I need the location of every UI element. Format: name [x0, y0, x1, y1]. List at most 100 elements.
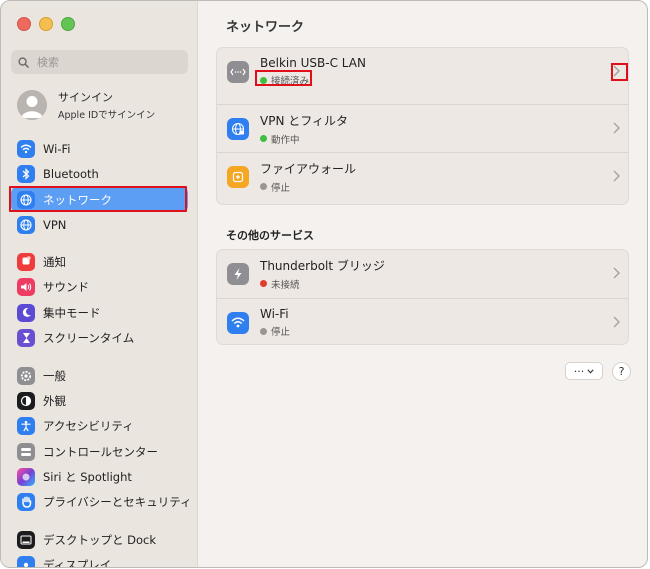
sidebar-item-siri[interactable]: Siri と Spotlight [11, 464, 188, 489]
service-name: ファイアウォール [260, 161, 357, 176]
service-name: Thunderbolt ブリッジ [260, 258, 385, 273]
sidebar-item-label: スクリーンタイム [43, 330, 135, 345]
main-pane: ネットワーク Belkin USB-C LAN 接続済み VPN とフィルタ 動… [198, 1, 647, 567]
bell-icon [17, 252, 35, 271]
status-dot-red [260, 280, 267, 287]
help-button[interactable]: ? [612, 362, 631, 381]
service-row-thunderbolt[interactable]: Thunderbolt ブリッジ 未接続 [217, 250, 628, 297]
minimize-button[interactable] [39, 17, 53, 31]
status-dot-green [260, 76, 267, 84]
chevron-down-icon [587, 368, 594, 374]
vpn-globe-icon [227, 117, 249, 140]
status-text: 接続済み [271, 76, 310, 87]
sidebar-item-label: サウンド [43, 279, 89, 294]
settings-window: サインイン Apple IDでサインイン Wi-Fi Bluetooth [0, 0, 648, 568]
sidebar-item-label: 集中モード [43, 305, 101, 320]
chevron-right-icon[interactable] [613, 267, 620, 279]
search-input[interactable] [35, 54, 179, 70]
sidebar-item-appearance[interactable]: 外観 [11, 388, 188, 413]
sidebar-item-label: ディスプレイ [43, 557, 112, 568]
ethernet-icon [227, 60, 249, 83]
sidebar-item-privacy[interactable]: プライバシーとセキュリティ [11, 489, 192, 514]
sidebar-item-label: VPN [43, 217, 67, 232]
chevron-right-icon[interactable] [613, 170, 620, 182]
status-text: 停止 [271, 327, 291, 338]
status-text: 停止 [271, 182, 291, 194]
sidebar-item-bluetooth[interactable]: Bluetooth [11, 161, 188, 186]
bluetooth-icon [17, 164, 35, 183]
sidebar-item-control-center[interactable]: コントロールセンター [11, 439, 188, 464]
sidebar-item-label: Wi-Fi [43, 141, 71, 156]
sidebar-item-label: 通知 [43, 254, 66, 269]
account-signin[interactable]: サインイン Apple IDでサインイン [17, 89, 155, 121]
hand-icon [17, 492, 35, 511]
sidebar-item-label: デスクトップと Dock [43, 532, 157, 547]
dock-icon [17, 530, 35, 549]
sidebar-item-desktop-dock[interactable]: デスクトップと Dock [11, 527, 188, 552]
sidebar-item-label: コントロールセンター [43, 444, 158, 459]
gear-icon [17, 366, 35, 385]
service-status: 停止 [260, 324, 290, 338]
moon-icon [17, 303, 35, 322]
wifi-icon [227, 311, 249, 334]
sidebar-item-general[interactable]: 一般 [11, 363, 188, 388]
globe-icon [17, 190, 35, 209]
sidebar-item-label: Siri と Spotlight [43, 469, 132, 484]
chevron-right-icon[interactable] [613, 316, 620, 328]
service-name: VPN とフィルタ [260, 113, 348, 128]
display-icon [17, 555, 35, 567]
avatar [17, 90, 47, 120]
chevron-right-icon[interactable] [613, 65, 620, 77]
service-name: Belkin USB-C LAN [260, 56, 366, 70]
sidebar-item-sound[interactable]: サウンド [11, 274, 188, 299]
thunderbolt-icon [227, 262, 249, 285]
sidebar-item-label: Bluetooth [43, 166, 99, 181]
hourglass-icon [17, 328, 35, 347]
service-status: 動作中 [260, 132, 348, 146]
other-services-title: その他のサービス [226, 229, 314, 242]
accessibility-icon [17, 416, 35, 435]
sidebar-item-label: 一般 [43, 368, 66, 383]
service-status: 停止 [260, 180, 356, 194]
appearance-icon [17, 391, 35, 410]
control-center-icon [17, 442, 35, 461]
speaker-icon [17, 277, 35, 296]
sidebar-item-accessibility[interactable]: アクセシビリティ [11, 413, 188, 438]
sidebar-item-label: アクセシビリティ [43, 418, 134, 433]
service-row-wifi[interactable]: Wi-Fi 停止 [217, 298, 628, 346]
sidebar-item-vpn[interactable]: VPN [11, 212, 188, 237]
service-name: Wi-Fi [260, 307, 289, 321]
chevron-right-icon[interactable] [613, 122, 620, 134]
status-text: 動作中 [271, 134, 300, 146]
service-row-firewall[interactable]: ファイアウォール 停止 [217, 152, 628, 200]
zoom-button[interactable] [61, 17, 75, 31]
search-icon [18, 56, 29, 68]
vpn-globe-icon [17, 215, 35, 234]
status-dot-green [260, 135, 267, 142]
sidebar-item-label: 外観 [43, 393, 66, 408]
sidebar-item-label: プライバシーとセキュリティ [43, 494, 192, 509]
wifi-icon [17, 139, 35, 158]
sidebar-item-focus[interactable]: 集中モード [11, 300, 188, 325]
firewall-icon [227, 165, 249, 188]
service-row-vpn-filter[interactable]: VPN とフィルタ 動作中 [217, 104, 628, 152]
account-name: サインイン [58, 91, 113, 104]
status-dot-gray [260, 183, 267, 190]
sidebar-item-displays[interactable]: ディスプレイ [11, 552, 188, 568]
more-actions-label: ··· [573, 364, 585, 378]
sidebar-item-screentime[interactable]: スクリーンタイム [11, 325, 188, 350]
close-button[interactable] [17, 17, 31, 31]
siri-icon [17, 467, 35, 486]
sidebar-item-notifications[interactable]: 通知 [11, 249, 188, 274]
page-title: ネットワーク [226, 20, 305, 35]
service-status: 接続済み [260, 73, 366, 87]
search-field[interactable] [11, 50, 188, 74]
network-services-group: Belkin USB-C LAN 接続済み VPN とフィルタ 動作中 ファイア… [216, 47, 629, 205]
status-dot-gray [260, 327, 267, 335]
sidebar-item-label: ネットワーク [43, 192, 112, 207]
account-subtitle: Apple IDでサインイン [58, 110, 156, 121]
more-actions-button[interactable]: ··· [565, 362, 603, 380]
service-row-belkin[interactable]: Belkin USB-C LAN 接続済み [217, 48, 628, 95]
sidebar-item-network[interactable]: ネットワーク [11, 187, 188, 212]
sidebar-item-wifi[interactable]: Wi-Fi [11, 136, 188, 161]
